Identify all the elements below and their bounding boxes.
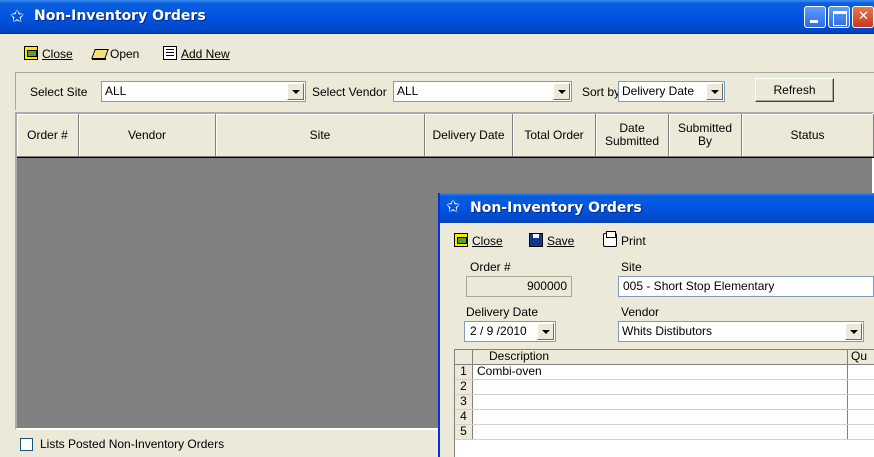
select-vendor-label: Select Vendor xyxy=(312,85,387,99)
vendor-label: Vendor xyxy=(621,305,660,319)
save-label: Save xyxy=(547,234,575,248)
description-column-header[interactable]: Description xyxy=(489,350,549,363)
posted-orders-checkbox[interactable] xyxy=(20,438,33,451)
row-number: 1 xyxy=(455,365,473,379)
row-number: 4 xyxy=(455,410,473,424)
vendor-select[interactable]: ALL xyxy=(393,81,572,102)
dialog-title-bar[interactable]: ✩ Non-Inventory Orders xyxy=(440,193,874,223)
order-number-field: 900000 xyxy=(466,276,572,297)
posted-orders-label: Lists Posted Non-Inventory Orders xyxy=(40,437,225,451)
order-detail-dialog: ✩ Non-Inventory Orders Close Save Print … xyxy=(438,193,874,457)
order-number-label: Order # xyxy=(470,260,511,274)
print-button[interactable]: Print xyxy=(603,231,646,252)
column-total-order[interactable]: Total Order xyxy=(513,114,596,157)
row-number: 5 xyxy=(455,425,473,439)
chevron-down-icon[interactable] xyxy=(537,323,554,340)
close-label: Close xyxy=(42,47,73,61)
item-row[interactable]: 1 Combi-oven xyxy=(455,365,874,380)
item-quantity[interactable] xyxy=(847,410,874,424)
printer-icon xyxy=(603,231,617,247)
item-description[interactable]: Combi-oven xyxy=(477,365,542,378)
sort-select[interactable]: Delivery Date xyxy=(618,81,725,102)
site-label: Site xyxy=(621,260,642,274)
item-row[interactable]: 3 xyxy=(455,395,874,410)
add-new-label: Add New xyxy=(181,47,230,61)
minimize-button[interactable] xyxy=(804,6,826,28)
close-window-button[interactable] xyxy=(852,6,874,28)
dialog-title: Non-Inventory Orders xyxy=(470,200,642,216)
grid-header: Order # Vendor Site Delivery Date Total … xyxy=(17,114,874,158)
close-button[interactable]: Close xyxy=(24,45,73,65)
main-toolbar: Close Open Add New xyxy=(0,42,874,68)
row-number: 2 xyxy=(455,380,473,394)
select-site-label: Select Site xyxy=(30,85,88,99)
item-quantity[interactable] xyxy=(847,395,874,409)
items-sheet[interactable]: Description Qu 1 Combi-oven 2 3 4 5 xyxy=(454,349,874,457)
column-submitted-by[interactable]: Submitted By xyxy=(669,114,742,157)
sort-select-value: Delivery Date xyxy=(622,84,695,98)
vendor-select-value: ALL xyxy=(397,84,419,98)
filter-bar: Select Site ALL Select Vendor ALL Sort b… xyxy=(15,72,874,110)
window-title: Non-Inventory Orders xyxy=(34,8,206,24)
chevron-down-icon[interactable] xyxy=(287,83,304,100)
close-door-icon xyxy=(454,233,468,247)
open-button[interactable]: Open xyxy=(92,45,139,65)
item-row[interactable]: 5 xyxy=(455,425,874,440)
star-app-icon: ✩ xyxy=(446,197,461,217)
add-new-button[interactable]: Add New xyxy=(163,45,230,65)
maximize-button[interactable] xyxy=(828,6,850,28)
open-label: Open xyxy=(110,47,140,61)
site-field[interactable]: 005 - Short Stop Elementary xyxy=(618,276,874,297)
save-button[interactable]: Save xyxy=(529,232,574,252)
items-header-row: Description Qu xyxy=(455,350,874,365)
dialog-close-button[interactable]: Close xyxy=(454,232,503,252)
column-vendor[interactable]: Vendor xyxy=(79,114,216,157)
row-number: 3 xyxy=(455,395,473,409)
delivery-date-value: 2 / 9 /2010 xyxy=(470,324,527,338)
column-order-number[interactable]: Order # xyxy=(17,114,79,157)
column-date-submitted[interactable]: Date Submitted xyxy=(596,114,669,157)
delivery-date-picker[interactable]: 2 / 9 /2010 xyxy=(464,321,556,342)
site-select[interactable]: ALL xyxy=(101,81,306,102)
vendor-field-value: Whits Distibutors xyxy=(622,324,713,338)
print-label: Print xyxy=(621,234,646,248)
chevron-down-icon[interactable] xyxy=(553,83,570,100)
title-bar[interactable]: ✩ Non-Inventory Orders xyxy=(0,0,874,34)
close-door-icon xyxy=(24,46,38,60)
item-quantity[interactable] xyxy=(847,365,874,379)
site-select-value: ALL xyxy=(105,84,127,98)
column-delivery-date[interactable]: Delivery Date xyxy=(425,114,513,157)
vendor-field[interactable]: Whits Distibutors xyxy=(618,321,864,342)
sort-by-label: Sort by xyxy=(582,85,621,99)
chevron-down-icon[interactable] xyxy=(706,83,723,100)
refresh-button[interactable]: Refresh xyxy=(755,78,834,102)
column-site[interactable]: Site xyxy=(216,114,425,157)
quantity-column-header[interactable]: Qu xyxy=(847,350,874,364)
dialog-close-label: Close xyxy=(472,234,503,248)
chevron-down-icon[interactable] xyxy=(845,323,862,340)
item-row[interactable]: 4 xyxy=(455,410,874,425)
item-quantity[interactable] xyxy=(847,380,874,394)
row-number-header xyxy=(455,350,473,364)
floppy-disk-icon xyxy=(529,233,543,247)
delivery-date-label: Delivery Date xyxy=(466,305,539,319)
item-quantity[interactable] xyxy=(847,425,874,439)
star-app-icon: ✩ xyxy=(10,7,25,27)
item-row[interactable]: 2 xyxy=(455,380,874,395)
column-status[interactable]: Status xyxy=(742,114,874,157)
folder-open-icon xyxy=(92,46,106,60)
document-list-icon xyxy=(163,46,177,60)
main-window: ✩ Non-Inventory Orders Close Open Add Ne… xyxy=(0,0,874,457)
